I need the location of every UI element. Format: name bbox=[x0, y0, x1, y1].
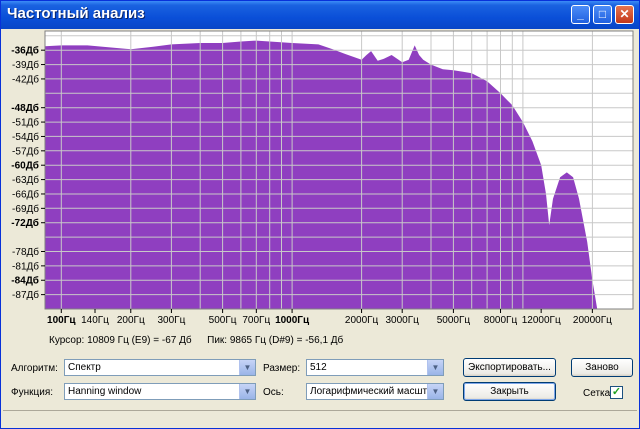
y-tick-label: -36Дб bbox=[11, 45, 39, 57]
chevron-down-icon[interactable]: ▼ bbox=[427, 384, 443, 399]
function-value: Hanning window bbox=[68, 386, 142, 397]
grid-label: Сетка bbox=[583, 388, 611, 399]
status-line: Курсор: 10809 Гц (E9) = -67 Дб Пик: 9865… bbox=[49, 335, 343, 346]
algorithm-select[interactable]: Спектр ▼ bbox=[64, 359, 256, 376]
window-title: Частотный анализ bbox=[7, 5, 145, 22]
axis-label: Ось: bbox=[263, 387, 284, 398]
check-icon: ✓ bbox=[611, 386, 622, 398]
x-tick-label: 200Гц bbox=[117, 315, 145, 326]
y-tick-label: -42Дб bbox=[12, 73, 39, 85]
function-select[interactable]: Hanning window ▼ bbox=[64, 383, 256, 400]
y-tick-label: -39Дб bbox=[12, 59, 39, 71]
algorithm-value: Спектр bbox=[68, 362, 101, 373]
y-tick-label: -72Дб bbox=[11, 217, 39, 229]
y-tick-label: -87Дб bbox=[12, 289, 39, 301]
y-tick-label: -57Дб bbox=[12, 145, 39, 157]
maximize-button[interactable]: □ bbox=[593, 5, 612, 24]
x-tick-label: 1000Гц bbox=[275, 315, 310, 326]
y-tick-label: -84Дб bbox=[11, 275, 39, 287]
y-tick-label: -51Дб bbox=[12, 117, 39, 129]
chevron-down-icon[interactable]: ▼ bbox=[427, 360, 443, 375]
title-bar[interactable]: Частотный анализ _ □ ✕ bbox=[1, 1, 639, 29]
y-tick-label: -66Дб bbox=[12, 189, 39, 201]
y-tick-label: -54Дб bbox=[12, 131, 39, 143]
x-tick-label: 12000Гц bbox=[522, 315, 561, 326]
chevron-down-icon[interactable]: ▼ bbox=[239, 384, 255, 399]
chevron-down-icon[interactable]: ▼ bbox=[239, 360, 255, 375]
export-button[interactable]: Экспортировать... bbox=[463, 358, 556, 377]
replot-button[interactable]: Заново bbox=[571, 358, 633, 377]
size-label: Размер: bbox=[263, 363, 301, 374]
y-tick-label: -69Дб bbox=[12, 203, 39, 215]
axis-select[interactable]: Логарифмический масштаб ▼ bbox=[306, 383, 444, 400]
y-tick-label: -78Дб bbox=[12, 246, 39, 258]
size-select[interactable]: 512 ▼ bbox=[306, 359, 444, 376]
algorithm-label: Алгоритм: bbox=[11, 363, 58, 374]
size-value: 512 bbox=[310, 362, 327, 373]
x-tick-label: 5000Гц bbox=[437, 315, 471, 326]
peak-readout: Пик: 9865 Гц (D#9) = -56,1 Дб bbox=[207, 335, 344, 346]
x-tick-label: 20000Гц bbox=[573, 315, 612, 326]
x-tick-label: 3000Гц bbox=[386, 315, 420, 326]
cursor-readout: Курсор: 10809 Гц (E9) = -67 Дб bbox=[49, 335, 192, 346]
axis-value: Логарифмический масштаб bbox=[310, 386, 439, 397]
minimize-button[interactable]: _ bbox=[571, 5, 590, 24]
function-label: Функция: bbox=[11, 387, 54, 398]
y-tick-label: -60Дб bbox=[11, 160, 39, 172]
x-tick-label: 700Гц bbox=[242, 315, 270, 326]
x-tick-label: 140Гц bbox=[81, 315, 109, 326]
y-tick-label: -48Дб bbox=[11, 102, 39, 114]
close-button[interactable]: Закрыть bbox=[463, 382, 556, 401]
y-tick-label: -63Дб bbox=[12, 174, 39, 186]
x-tick-label: 300Гц bbox=[157, 315, 185, 326]
x-tick-label: 8000Гц bbox=[484, 315, 518, 326]
x-tick-label: 2000Гц bbox=[345, 315, 379, 326]
x-tick-label: 100Гц bbox=[47, 315, 76, 326]
spectrum-chart[interactable]: -36Дб -39Дб -42Дб -48Дб -51Дб -54Дб -57Дб -60Дб… bbox=[1, 29, 639, 335]
y-tick-label: -81Дб bbox=[12, 260, 39, 272]
spectrum-plot[interactable]: -36Дб -39Дб -42Дб -48Дб -51Дб -54Дб -57Дб -60Дб… bbox=[1, 29, 639, 335]
frequency-analysis-window: Частотный анализ _ □ ✕ -36Дб -39Дб -42Дб -4… bbox=[0, 0, 640, 429]
close-window-button[interactable]: ✕ bbox=[615, 5, 634, 24]
window-status-bar bbox=[3, 410, 637, 426]
x-tick-label: 500Гц bbox=[209, 315, 237, 326]
grid-checkbox[interactable]: ✓ bbox=[610, 386, 623, 399]
